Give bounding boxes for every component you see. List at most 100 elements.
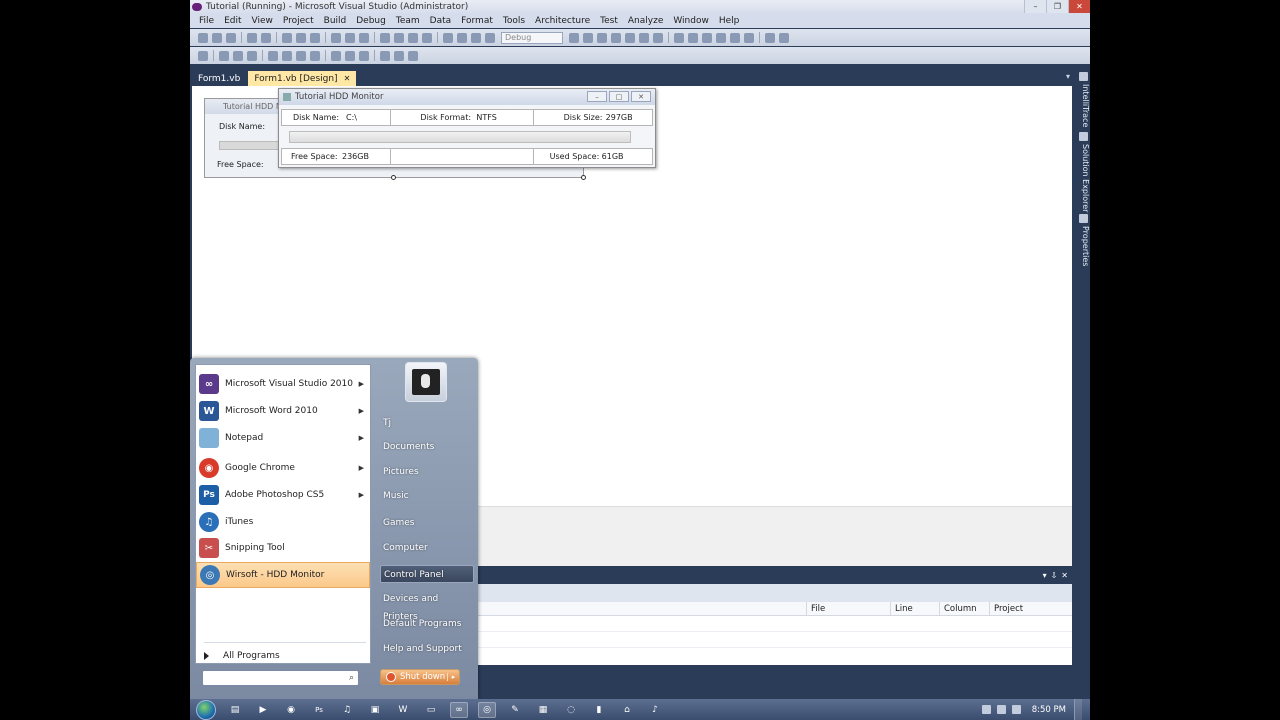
cut-icon[interactable] xyxy=(282,32,292,43)
description-column[interactable] xyxy=(478,602,806,615)
object-browser-icon[interactable] xyxy=(611,32,621,43)
start-page-icon[interactable] xyxy=(639,32,649,43)
start-link-pictures[interactable]: Pictures xyxy=(380,463,474,481)
save-icon[interactable] xyxy=(247,32,257,43)
form-close-button[interactable]: ✕ xyxy=(631,91,651,102)
paste-icon[interactable] xyxy=(310,32,320,43)
form-maximize-button[interactable]: □ xyxy=(609,91,629,102)
start-item-chrome[interactable]: ◉ Google Chrome ▶ xyxy=(196,455,370,481)
visual-studio-icon[interactable]: ∞ xyxy=(450,701,468,718)
comment-icon[interactable] xyxy=(345,32,355,43)
start-item-snipping-tool[interactable]: ✂ Snipping Tool xyxy=(196,535,370,561)
all-programs-button[interactable]: All Programs xyxy=(204,651,280,661)
start-debugging-icon[interactable] xyxy=(443,32,453,43)
solution-explorer-icon[interactable] xyxy=(583,32,593,43)
menu-test[interactable]: Test xyxy=(595,16,623,26)
start-link-user[interactable]: Tj xyxy=(380,414,474,432)
folder-icon[interactable]: ▣ xyxy=(366,702,384,718)
designer-free-space-label[interactable]: Free Space: xyxy=(217,160,264,169)
minimize-button[interactable]: – xyxy=(1024,0,1046,13)
menu-view[interactable]: View xyxy=(247,16,278,26)
photoshop-icon[interactable]: Ps xyxy=(310,702,328,718)
align-rights-icon[interactable] xyxy=(702,32,712,43)
avatar[interactable] xyxy=(405,362,447,402)
pin-icon[interactable]: ⇩ xyxy=(1051,571,1058,580)
menu-format[interactable]: Format xyxy=(456,16,498,26)
align-to-grid-icon[interactable] xyxy=(198,50,208,61)
search-icon[interactable]: ⌕ xyxy=(349,673,354,683)
submenu-arrow-icon[interactable]: ▶ xyxy=(359,407,364,415)
align-middles-icon[interactable] xyxy=(730,32,740,43)
navigate-back-icon[interactable] xyxy=(408,32,418,43)
toolbox-icon[interactable] xyxy=(625,32,635,43)
send-to-back-icon[interactable] xyxy=(394,50,404,61)
align-tops-icon[interactable] xyxy=(716,32,726,43)
remove-spacing-icon[interactable] xyxy=(310,50,320,61)
tray-network-icon[interactable] xyxy=(996,705,1006,714)
menu-help[interactable]: Help xyxy=(714,16,745,26)
itunes-icon[interactable]: ♫ xyxy=(338,702,356,718)
hdd-monitor-icon[interactable]: ◎ xyxy=(478,701,496,718)
explorer-icon[interactable]: ◌ xyxy=(562,702,580,718)
menu-data[interactable]: Data xyxy=(425,16,457,26)
properties-icon[interactable] xyxy=(597,32,607,43)
uncomment-icon[interactable] xyxy=(359,32,369,43)
start-link-music[interactable]: Music xyxy=(380,487,474,505)
file-column[interactable]: File xyxy=(806,602,890,615)
pause-icon[interactable] xyxy=(457,32,467,43)
make-same-size-icon[interactable] xyxy=(247,50,257,61)
decrease-spacing-icon[interactable] xyxy=(296,50,306,61)
network-icon[interactable]: ⌂ xyxy=(618,702,636,718)
panel-dropdown-icon[interactable]: ▾ xyxy=(1043,571,1047,580)
start-link-documents[interactable]: Documents xyxy=(380,438,474,456)
menu-window[interactable]: Window xyxy=(668,16,714,26)
align-lefts-icon[interactable] xyxy=(674,32,684,43)
show-desktop-button[interactable] xyxy=(1074,699,1082,720)
start-link-default-programs[interactable]: Default Programs xyxy=(380,615,474,633)
stop-icon[interactable] xyxy=(471,32,481,43)
properties-tab[interactable]: Properties xyxy=(1078,226,1090,266)
start-item-word[interactable]: W Microsoft Word 2010 ▶ xyxy=(196,398,370,424)
make-same-width-icon[interactable] xyxy=(219,50,229,61)
menu-team[interactable]: Team xyxy=(391,16,425,26)
shut-down-options-icon[interactable]: ▸ xyxy=(447,673,459,681)
navigate-forward-icon[interactable] xyxy=(422,32,432,43)
add-item-icon[interactable] xyxy=(212,32,222,43)
start-search-input[interactable]: ⌕ xyxy=(202,670,359,686)
tray-flag-icon[interactable] xyxy=(981,705,991,714)
form-minimize-button[interactable]: – xyxy=(587,91,607,102)
solution-explorer-icon[interactable] xyxy=(1079,132,1088,141)
calculator-icon[interactable]: ▦ xyxy=(534,702,552,718)
align-bottoms-icon[interactable] xyxy=(744,32,754,43)
save-all-icon[interactable] xyxy=(261,32,271,43)
horizontal-spacing-icon[interactable] xyxy=(268,50,278,61)
close-tab-icon[interactable]: ✕ xyxy=(344,74,351,83)
menu-architecture[interactable]: Architecture xyxy=(530,16,595,26)
shut-down-button[interactable]: Shut down ▸ xyxy=(380,669,460,685)
lock-controls-icon[interactable] xyxy=(779,32,789,43)
submenu-arrow-icon[interactable]: ▶ xyxy=(359,464,364,472)
menu-analyze[interactable]: Analyze xyxy=(623,16,668,26)
menu-file[interactable]: File xyxy=(194,16,219,26)
project-column[interactable]: Project xyxy=(989,602,1072,615)
center-horizontally-icon[interactable] xyxy=(345,50,355,61)
clock[interactable]: 8:50 PM xyxy=(1032,705,1066,715)
start-link-control-panel[interactable]: Control Panel xyxy=(380,565,474,583)
resize-handle[interactable] xyxy=(391,175,396,180)
tab-form1-design[interactable]: Form1.vb [Design] ✕ xyxy=(248,71,357,86)
submenu-arrow-icon[interactable]: ▶ xyxy=(359,491,364,499)
properties-icon[interactable] xyxy=(1079,214,1088,223)
menu-project[interactable]: Project xyxy=(278,16,319,26)
restart-icon[interactable] xyxy=(485,32,495,43)
close-button[interactable]: ✕ xyxy=(1068,0,1090,13)
chrome-icon[interactable]: ◉ xyxy=(282,702,300,718)
vertical-spacing-icon[interactable] xyxy=(331,50,341,61)
make-same-height-icon[interactable] xyxy=(233,50,243,61)
paint-icon[interactable]: ✎ xyxy=(506,702,524,718)
open-file-icon[interactable] xyxy=(226,32,236,43)
maximize-button[interactable]: ❐ xyxy=(1046,0,1068,13)
submenu-arrow-icon[interactable]: ▶ xyxy=(359,434,364,442)
menu-debug[interactable]: Debug xyxy=(351,16,391,26)
start-link-devices-and-printers[interactable]: Devices and Printers xyxy=(380,590,474,622)
new-project-icon[interactable] xyxy=(198,32,208,43)
